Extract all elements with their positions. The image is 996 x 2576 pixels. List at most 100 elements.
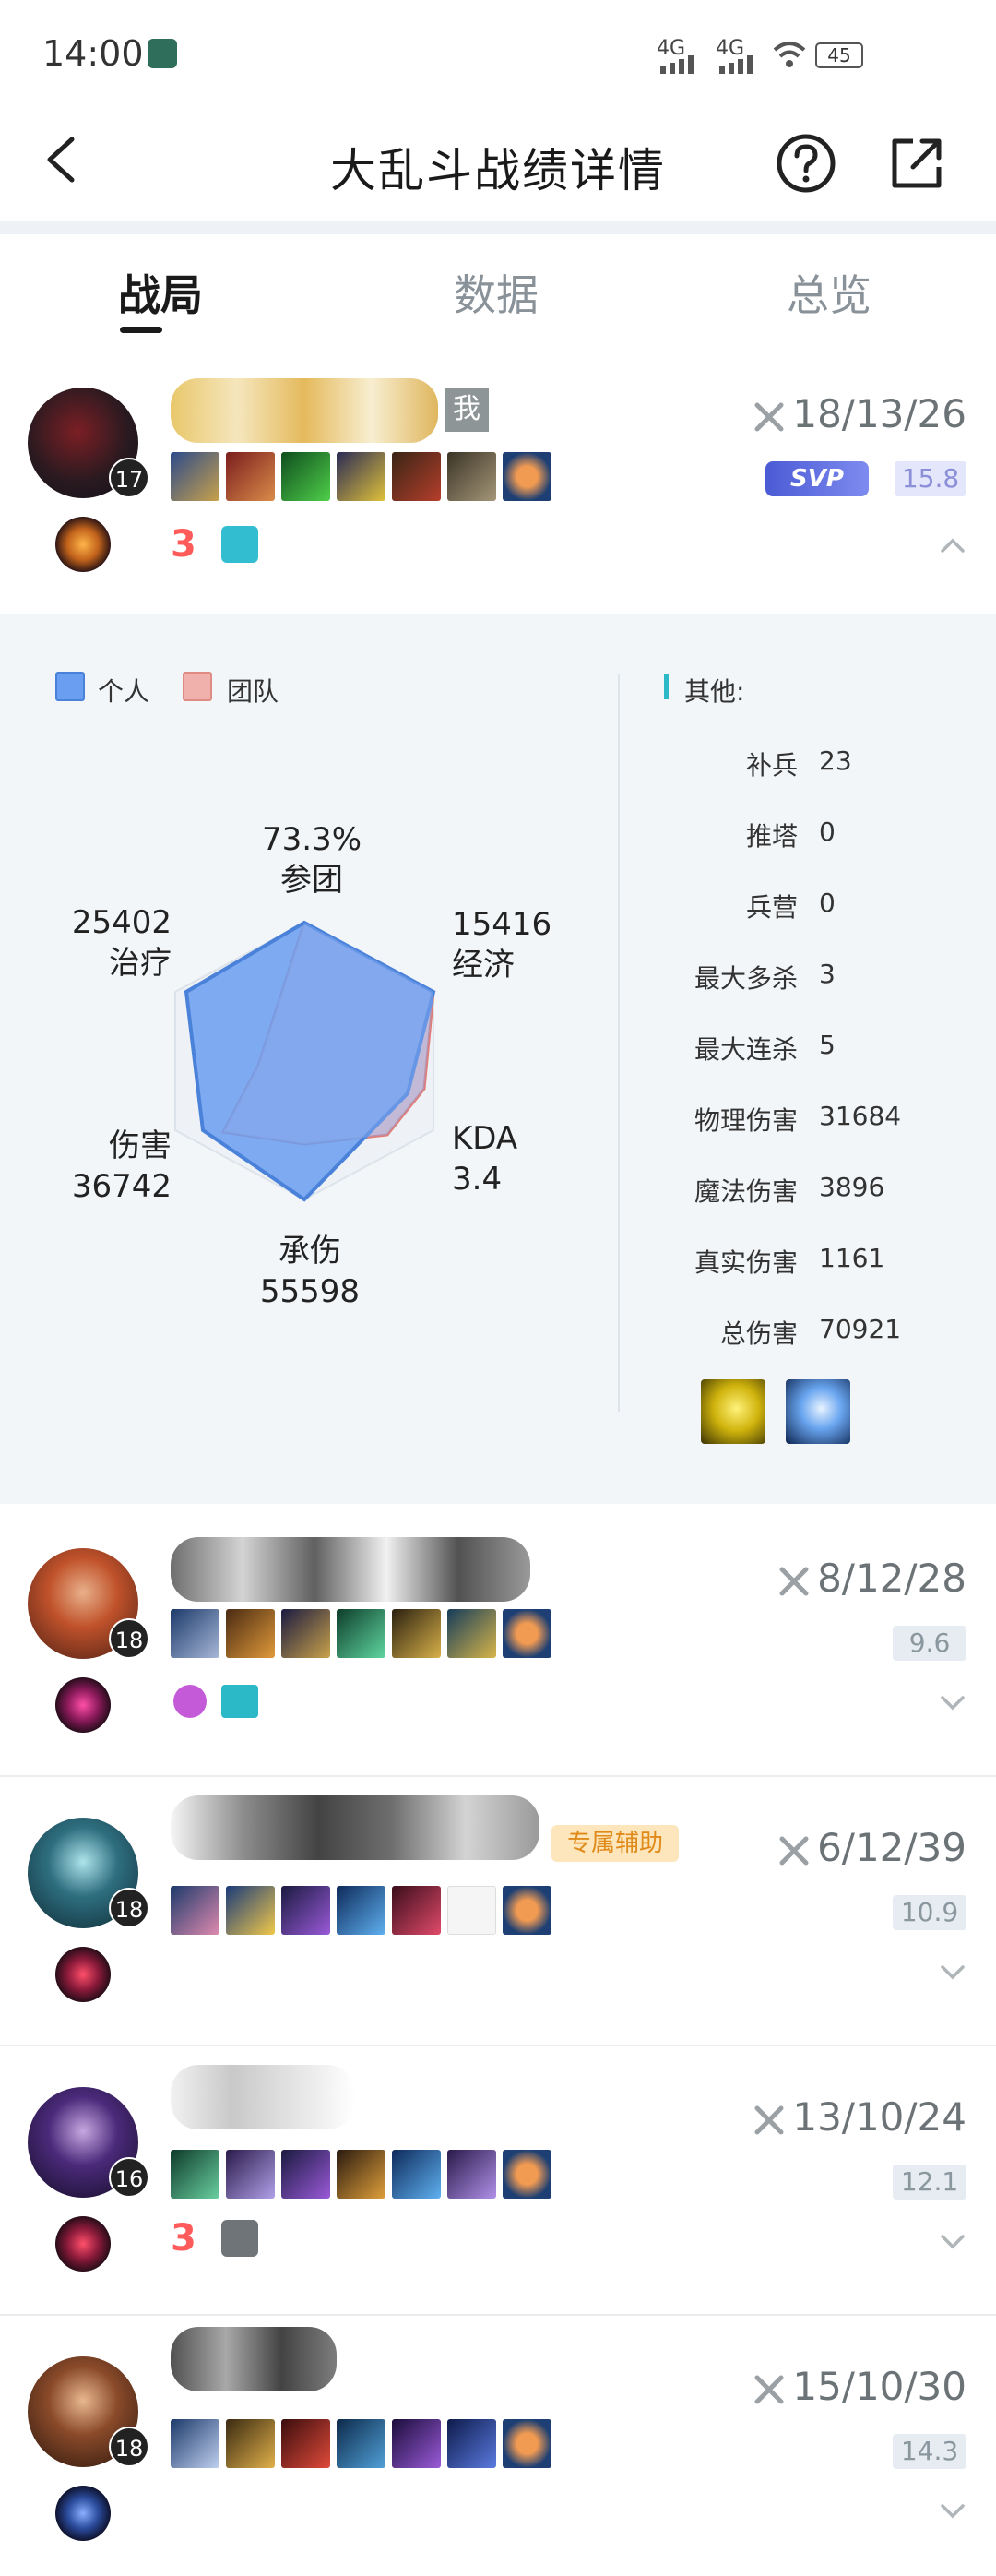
radar-tanked: 承伤 55598 (245, 1231, 374, 1312)
kda-text: 15/10/30 (753, 2364, 966, 2409)
kda-radar-value: 3.4 (452, 1161, 503, 1198)
economy-value: 15416 (452, 906, 552, 943)
player-name-redacted (171, 2065, 355, 2129)
player-row[interactable]: 18 15/10/30 14.3 (0, 2316, 996, 2576)
kda-text: 8/12/28 (778, 1556, 966, 1601)
item-icon (447, 1609, 496, 1658)
stat-label: 真实伤害 (694, 1247, 798, 1278)
player-row[interactable]: 18 专属辅助 6/12/39 10.9 (0, 1777, 996, 2045)
item-icon (337, 1886, 385, 1935)
chevron-up-icon[interactable] (939, 531, 966, 558)
item-icon (503, 452, 551, 501)
radar-kda: KDA 3.4 (452, 1118, 544, 1199)
item-icon (171, 1886, 219, 1935)
alien-badge-icon (173, 1685, 207, 1718)
kda-value: 8/12/28 (817, 1556, 966, 1601)
item-list (171, 1609, 558, 1661)
summoner-spell-icon (55, 1947, 111, 2002)
item-icon (226, 2150, 275, 2199)
rune-icon (786, 1379, 850, 1444)
swords-icon (779, 1836, 809, 1865)
summoner-spell-icon (55, 1677, 111, 1733)
tanked-value: 55598 (259, 1273, 361, 1310)
share-external-icon[interactable] (885, 132, 948, 195)
player-row[interactable]: 17 我 3 18/13/26 SVP 15.8 (0, 378, 996, 614)
stat-label: 推塔 (745, 821, 798, 852)
item-icon (281, 1886, 330, 1935)
stat-label: 最大多杀 (694, 963, 798, 994)
tab-battle[interactable]: 战局 (118, 262, 203, 323)
item-list (171, 452, 558, 504)
participation-value: 73.3% (261, 821, 362, 858)
tab-bar: 战局 数据 总览 (0, 234, 996, 345)
chevron-down-icon[interactable] (939, 1958, 966, 1986)
kda-value: 18/13/26 (792, 391, 966, 436)
header-divider (0, 221, 996, 234)
item-icon (503, 1609, 551, 1658)
legend-personal-label: 个人 (98, 676, 150, 707)
item-icon (281, 2150, 330, 2199)
chevron-down-icon[interactable] (939, 1688, 966, 1716)
status-time: 14:00 (42, 33, 144, 74)
healing-label: 治疗 (109, 945, 172, 982)
stat-value: 3896 (819, 1172, 885, 1202)
chevron-down-icon[interactable] (939, 2497, 966, 2524)
score-badge: 15.8 (895, 461, 966, 496)
kda-text: 13/10/24 (753, 2094, 966, 2140)
score-badge: 9.6 (893, 1626, 966, 1661)
kda-text: 6/12/39 (778, 1825, 966, 1870)
item-icon (337, 2150, 385, 2199)
item-icon (226, 1609, 275, 1658)
item-icon (281, 1609, 330, 1658)
item-icon (281, 2419, 330, 2468)
item-icon (337, 2419, 385, 2468)
item-icon (171, 2419, 219, 2468)
item-icon (171, 1609, 219, 1658)
participation-label: 参团 (280, 862, 343, 899)
help-circle-icon[interactable] (775, 132, 837, 195)
tab-data[interactable]: 数据 (454, 262, 539, 323)
item-icon (447, 2150, 496, 2199)
tab-overview[interactable]: 总览 (787, 262, 872, 323)
map-badge-icon (221, 2220, 258, 2257)
item-icon (171, 2150, 219, 2199)
player-row[interactable]: 16 3 13/10/24 12.1 (0, 2046, 996, 2314)
chevron-down-icon[interactable] (939, 2227, 966, 2255)
rune-icon (701, 1379, 765, 1444)
kda-value: 6/12/39 (817, 1825, 966, 1870)
other-stats-title: 其他: (684, 676, 745, 707)
score-badge: 14.3 (893, 2434, 966, 2469)
stat-value: 1161 (819, 1243, 885, 1273)
stat-label: 物理伤害 (694, 1105, 798, 1136)
item-list (171, 2419, 558, 2471)
stat-value: 31684 (819, 1101, 902, 1131)
wifi-icon (773, 42, 806, 67)
radar-participation: 73.3% 参团 (243, 819, 380, 900)
stat-label: 兵营 (745, 892, 798, 923)
radar-chart (174, 920, 436, 1202)
app-notification-icon (148, 39, 177, 68)
stat-label: 总伤害 (719, 1318, 798, 1349)
section-accent-bar (664, 674, 669, 699)
signal-icon (660, 55, 694, 74)
swords-icon (754, 2105, 784, 2134)
triple-kill-badge-icon: 3 (171, 2217, 196, 2260)
stat-value: 3 (819, 959, 836, 989)
hero-level: 18 (109, 1888, 149, 1928)
player-row[interactable]: 18 8/12/28 9.6 (0, 1504, 996, 1773)
kda-value: 13/10/24 (792, 2094, 966, 2140)
item-icon (447, 1886, 496, 1935)
kda-text: 18/13/26 (753, 391, 966, 436)
battery-icon: 45 (815, 42, 863, 68)
economy-label: 经济 (452, 947, 515, 984)
summoner-spell-icon (55, 2216, 111, 2272)
item-icon (337, 452, 385, 501)
radar-damage: 伤害 36742 (52, 1126, 172, 1207)
item-icon (171, 452, 219, 501)
radar-economy: 15416 经济 (452, 904, 555, 985)
stat-value: 5 (819, 1030, 836, 1060)
hero-level: 18 (109, 2427, 149, 2467)
legend-team-swatch (183, 672, 212, 701)
tower-badge-icon (221, 1685, 258, 1718)
swords-icon (754, 402, 784, 431)
